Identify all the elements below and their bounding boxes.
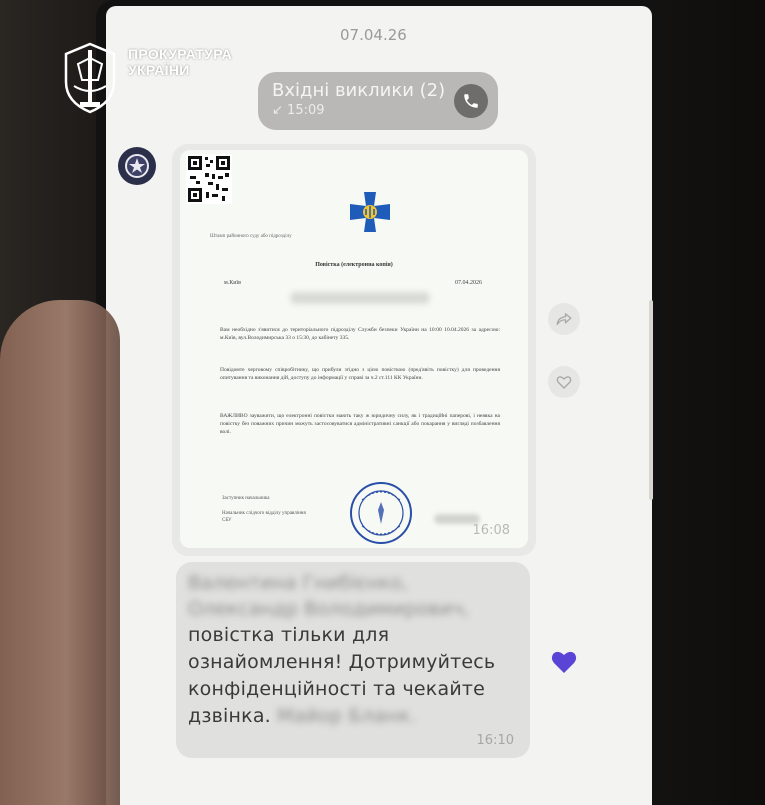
sbu-emblem-icon: [350, 192, 390, 232]
document-paragraph-3: ВАЖЛИВО зауважити, що електронні повістк…: [220, 413, 500, 435]
prosecutor-watermark: ПРОКУРАТУРА УКРАЇНИ: [60, 40, 232, 116]
document-paragraph-2: Повідомте черговому співробітнику, що пр…: [220, 367, 500, 381]
share-icon: [556, 313, 572, 325]
forward-button[interactable]: [548, 303, 580, 335]
finger: [0, 300, 120, 805]
document-paragraph-1: Вам необхідно з'явитися до територіально…: [220, 327, 500, 341]
call-back-button[interactable]: [454, 84, 488, 118]
text-message[interactable]: Валентина Гнибієнко, Олександр Володимир…: [176, 562, 530, 758]
document-signature-position: Начальник слідчого відділу управління СБ…: [222, 511, 306, 523]
heart-icon[interactable]: [551, 650, 577, 674]
document-message[interactable]: Штамп районного суду або підрозділу Пові…: [172, 144, 536, 556]
document-message-time: 16:08: [472, 523, 510, 538]
document-city: м.Київ: [224, 280, 242, 286]
redacted-recipient: [290, 292, 430, 304]
police-badge-icon: [125, 154, 149, 178]
document-signature-title: Заступник начальника: [222, 496, 270, 501]
redacted-addressee-line-1: Валентина Гнибієнко,: [188, 572, 408, 594]
official-stamp-icon: [350, 482, 412, 544]
date-separator: 07.04.26: [340, 26, 407, 44]
watermark-line2: УКРАЇНИ: [128, 62, 190, 78]
message-body: повістка тільки для ознайомлення! Дотрим…: [188, 622, 518, 730]
document-date: 07.04.2026: [455, 280, 482, 286]
incoming-calls-bubble[interactable]: Вхідні виклики (2) ↙ 15:09: [258, 72, 498, 130]
heart-outline-icon: [556, 376, 572, 389]
text-message-time: 16:10: [476, 733, 514, 748]
phone-edge: [649, 300, 653, 500]
redacted-signature-text: Майор Бланк.: [277, 705, 417, 727]
like-button[interactable]: [548, 366, 580, 398]
watermark-text: ПРОКУРАТУРА УКРАЇНИ: [128, 46, 232, 78]
qr-code-icon: [186, 154, 232, 204]
document-title: Повістка (електронна копія): [315, 262, 393, 268]
incoming-arrow-icon: ↙: [272, 103, 283, 118]
redacted-addressee-line-2: Олександр Володимирович,: [188, 598, 470, 620]
sender-avatar[interactable]: [118, 147, 156, 185]
summons-document-image[interactable]: Штамп районного суду або підрозділу Пові…: [180, 150, 528, 548]
prosecutor-emblem-icon: [64, 42, 116, 114]
phone-icon: [464, 94, 478, 108]
document-header-note: Штамп районного суду або підрозділу: [210, 234, 292, 239]
watermark-line1: ПРОКУРАТУРА: [128, 46, 233, 62]
call-time: 15:09: [287, 103, 325, 118]
